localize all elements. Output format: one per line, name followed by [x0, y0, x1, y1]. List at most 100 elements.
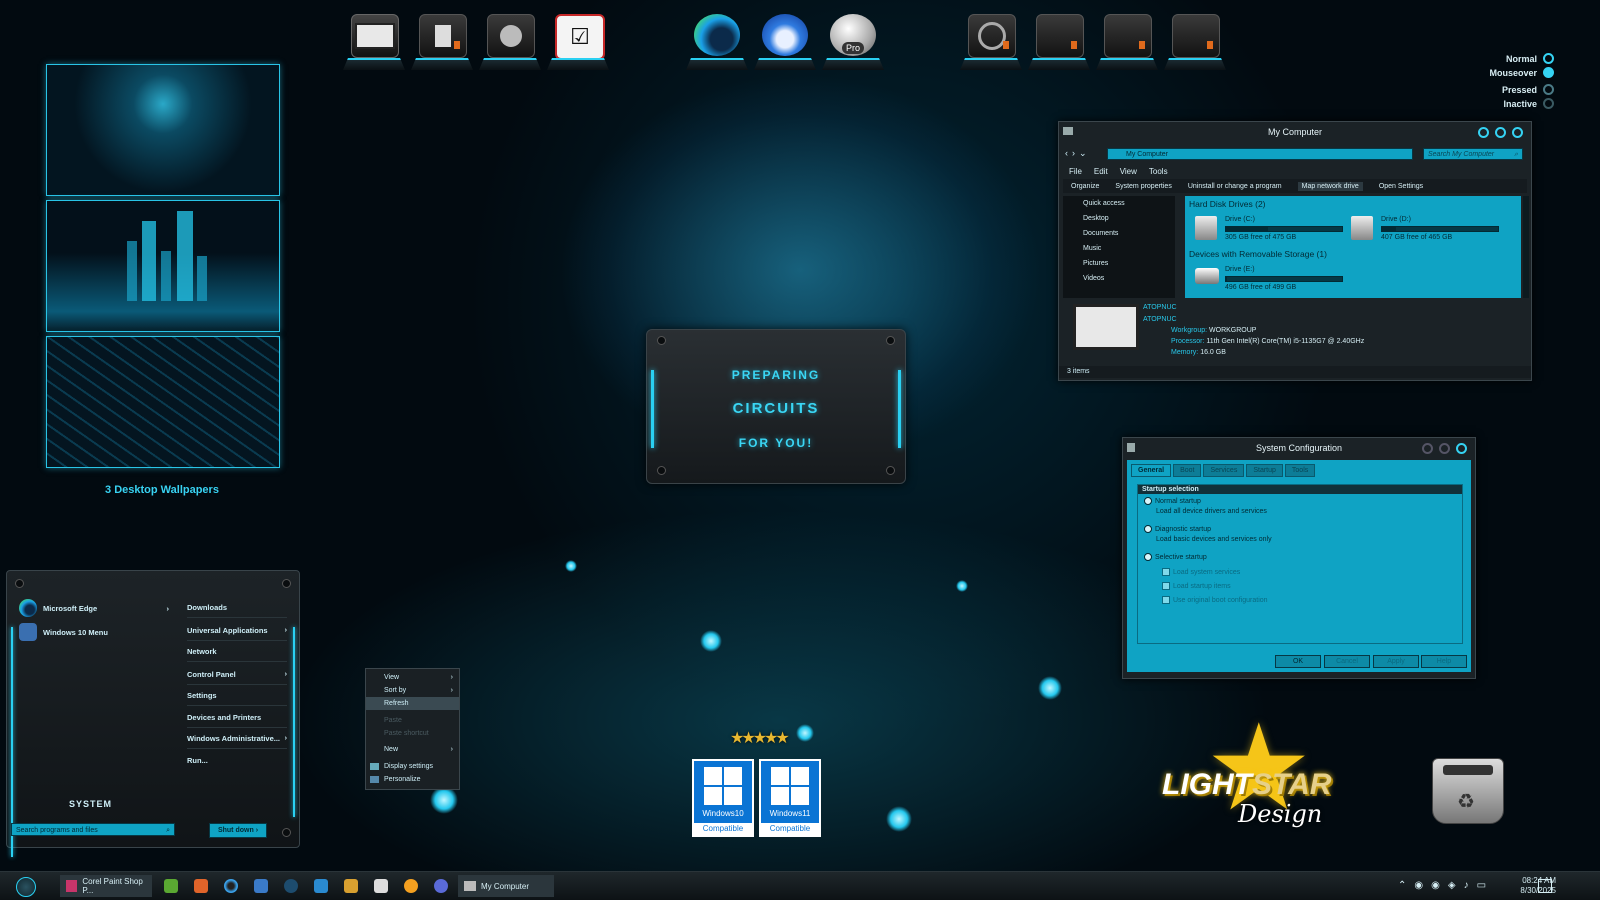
forward-icon[interactable]: › — [1072, 148, 1079, 158]
menu-tools[interactable]: Tools — [1149, 167, 1168, 176]
window-titlebar[interactable]: My Computer — [1059, 122, 1531, 142]
address-bar[interactable]: My Computer — [1107, 148, 1413, 160]
menu-view[interactable]: View — [1120, 167, 1137, 176]
notifications-icon[interactable] — [1538, 879, 1552, 893]
taskbar-app-paintshop[interactable]: Corel Paint Shop P... — [60, 875, 152, 897]
place-universal-applications[interactable]: Universal Applications › — [187, 622, 287, 641]
tray-volume-icon[interactable]: ♪ — [1464, 880, 1469, 891]
tab-general[interactable]: General — [1131, 464, 1172, 477]
ctx-sort-by[interactable]: Sort by › — [366, 684, 459, 697]
apply-button[interactable]: Apply — [1373, 655, 1419, 668]
tab-startup[interactable]: Startup — [1246, 464, 1283, 477]
taskbar-network-icon[interactable] — [254, 879, 268, 893]
minimize-button[interactable] — [1422, 443, 1433, 454]
ctx-paste-shortcut[interactable]: Paste shortcut — [366, 727, 459, 740]
program-microsoft-edge[interactable]: Microsoft Edge › — [19, 597, 169, 619]
wallpaper-thumbnail-globe[interactable] — [46, 64, 280, 196]
ok-button[interactable]: OK — [1275, 655, 1321, 668]
taskbar-windows-icon[interactable] — [194, 879, 208, 893]
program-windows-10-menu[interactable]: Windows 10 Menu — [19, 621, 169, 643]
place-downloads[interactable]: Downloads — [187, 599, 287, 618]
ctx-view[interactable]: View › — [366, 671, 459, 684]
cmd-map-network-drive[interactable]: Map network drive — [1297, 181, 1363, 191]
place-settings[interactable]: Settings — [187, 687, 287, 706]
dock-media-folder[interactable] — [960, 10, 1022, 72]
taskbar-shield-icon[interactable] — [374, 879, 388, 893]
taskbar-cursor-icon[interactable] — [284, 879, 298, 893]
wallpaper-thumbnail-circuit[interactable] — [46, 336, 280, 468]
ctx-refresh[interactable]: Refresh — [366, 697, 459, 710]
maximize-button[interactable] — [1439, 443, 1450, 454]
drive-e-label[interactable]: Drive (E:) — [1225, 266, 1255, 273]
ctx-new[interactable]: New › — [366, 743, 459, 756]
place-windows-administrative[interactable]: Windows Administrative... › — [187, 730, 287, 749]
tray-network-icon[interactable]: ▭ — [1477, 880, 1486, 891]
tray-overflow-icon[interactable]: ⌃ — [1398, 880, 1406, 891]
nav-desktop[interactable]: Desktop — [1063, 211, 1175, 226]
nav-music[interactable]: Music — [1063, 241, 1175, 256]
check-original-boot-config[interactable]: Use original boot configuration — [1162, 596, 1268, 604]
nav-documents[interactable]: Documents — [1063, 226, 1175, 241]
dock-network[interactable] — [479, 10, 541, 72]
ctx-display-settings[interactable]: Display settings — [366, 760, 459, 773]
taskbar-app-icon[interactable] — [434, 879, 448, 893]
dock-documents[interactable] — [411, 10, 473, 72]
tab-tools[interactable]: Tools — [1284, 464, 1316, 477]
place-network[interactable]: Network — [187, 643, 287, 662]
back-icon[interactable]: ‹ — [1065, 148, 1072, 158]
dock-edge[interactable] — [686, 10, 748, 72]
dock-google-earth[interactable]: Pro — [822, 10, 884, 72]
drive-d-label[interactable]: Drive (D:) — [1381, 216, 1411, 223]
scrollbar[interactable] — [1523, 196, 1529, 298]
radio-selective-startup[interactable]: Selective startup — [1144, 553, 1207, 561]
check-load-system-services[interactable]: Load system services — [1162, 568, 1240, 576]
tray-security-icon[interactable]: ◈ — [1448, 880, 1456, 891]
dock-folder[interactable] — [1096, 10, 1158, 72]
dock-folder[interactable] — [1164, 10, 1226, 72]
ctx-personalize[interactable]: Personalize — [366, 773, 459, 786]
nav-quick-access[interactable]: Quick access — [1063, 196, 1175, 211]
close-button[interactable] — [1456, 443, 1467, 454]
start-search-input[interactable]: Search programs and files ⌕ — [11, 823, 175, 836]
help-button[interactable]: Help — [1421, 655, 1467, 668]
start-button[interactable] — [16, 877, 36, 897]
dock-tasks[interactable]: ☑ — [547, 10, 609, 72]
window-titlebar[interactable]: System Configuration — [1123, 438, 1475, 458]
menu-file[interactable]: File — [1069, 167, 1082, 176]
recent-icon[interactable]: ⌄ — [1079, 148, 1091, 158]
tab-boot[interactable]: Boot — [1173, 464, 1202, 477]
close-button[interactable] — [1512, 127, 1523, 138]
taskbar-media-icon[interactable] — [344, 879, 358, 893]
dock-folder[interactable] — [1028, 10, 1090, 72]
taskbar-layers-icon[interactable] — [314, 879, 328, 893]
cmd-open-settings[interactable]: Open Settings — [1379, 183, 1423, 190]
cmd-uninstall[interactable]: Uninstall or change a program — [1188, 183, 1282, 190]
nav-videos[interactable]: Videos — [1063, 271, 1175, 286]
place-run[interactable]: Run... — [187, 752, 287, 770]
menu-edit[interactable]: Edit — [1094, 167, 1108, 176]
drive-c-label[interactable]: Drive (C:) — [1225, 216, 1255, 223]
taskbar-drive-icon[interactable] — [164, 879, 178, 893]
taskbar-app-my-computer[interactable]: My Computer — [458, 875, 554, 897]
recycle-bin-icon[interactable]: ♻ — [1432, 758, 1504, 824]
minimize-button[interactable] — [1478, 127, 1489, 138]
nav-pictures[interactable]: Pictures — [1063, 256, 1175, 271]
radio-normal-startup[interactable]: Normal startup — [1144, 497, 1201, 505]
cmd-organize[interactable]: Organize — [1071, 183, 1099, 190]
place-control-panel[interactable]: Control Panel › — [187, 666, 287, 685]
taskbar-weather-icon[interactable] — [404, 879, 418, 893]
cancel-button[interactable]: Cancel — [1324, 655, 1370, 668]
maximize-button[interactable] — [1495, 127, 1506, 138]
check-load-startup-items[interactable]: Load startup items — [1162, 582, 1231, 590]
wallpaper-thumbnail-city[interactable] — [46, 200, 280, 332]
tray-app-icon[interactable]: ◉ — [1431, 880, 1440, 891]
search-input[interactable]: Search My Computer ⌕ — [1423, 148, 1523, 160]
shutdown-button[interactable]: Shut down › — [209, 823, 267, 838]
dock-computer[interactable] — [343, 10, 405, 72]
cmd-system-properties[interactable]: System properties — [1115, 183, 1171, 190]
dock-thunderbird[interactable] — [754, 10, 816, 72]
taskbar-edge-icon[interactable] — [224, 879, 238, 893]
tab-services[interactable]: Services — [1203, 464, 1245, 477]
radio-diagnostic-startup[interactable]: Diagnostic startup — [1144, 525, 1211, 533]
ctx-paste[interactable]: Paste — [366, 714, 459, 727]
